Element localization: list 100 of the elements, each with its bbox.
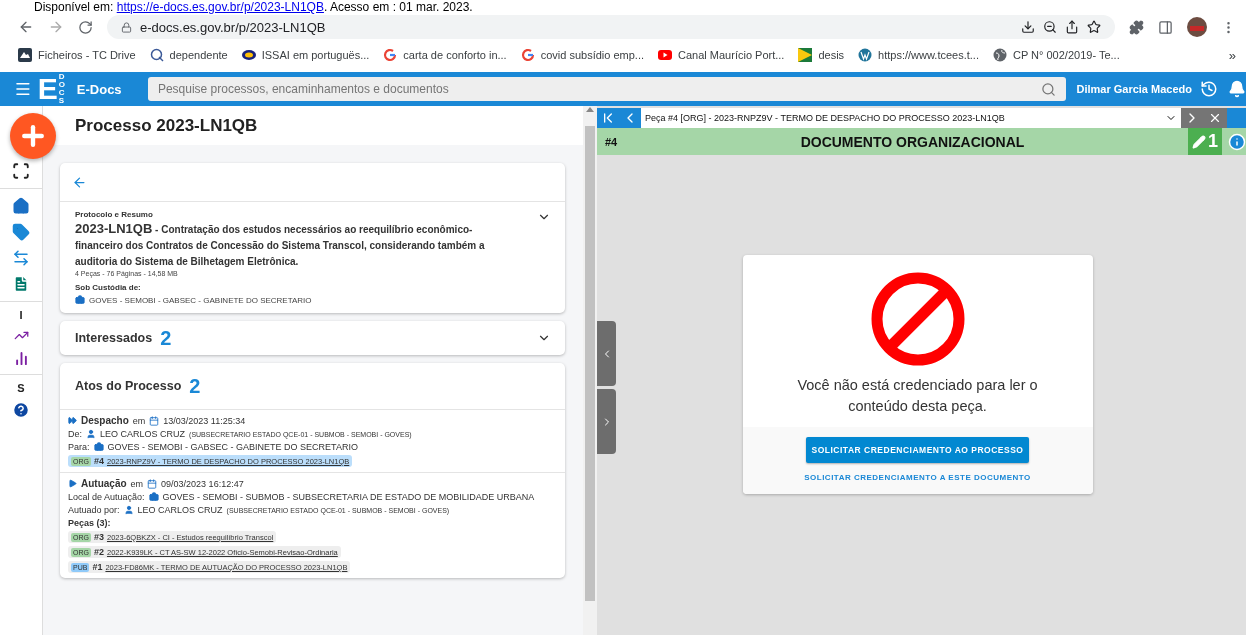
cloud-icon [18, 48, 32, 62]
person-icon [86, 429, 96, 439]
bookmark-link[interactable]: desis [818, 49, 845, 61]
pencil-icon [1192, 134, 1206, 149]
act-date: 13/03/2023 11:25:34 [163, 415, 246, 426]
field-value: LEO CARLOS CRUZ [100, 429, 186, 439]
prohibited-icon [869, 271, 966, 367]
bookmark-link[interactable]: covid subsídio emp... [540, 49, 645, 61]
document-type: DOCUMENTO ORGANIZACIONAL [799, 133, 1026, 150]
user-name[interactable]: Dilmar Garcia Macedo [1076, 83, 1192, 95]
wordpress-icon [858, 48, 873, 62]
menu-icon[interactable] [14, 80, 32, 98]
count-text: 2 [189, 374, 201, 398]
reload-icon[interactable] [78, 19, 93, 35]
back-icon[interactable] [18, 19, 34, 35]
interested-card[interactable]: Interessados 2 [60, 321, 565, 355]
lock-icon [121, 21, 132, 33]
bar-chart-icon[interactable] [13, 351, 29, 366]
share-icon[interactable] [1065, 20, 1079, 34]
bookmark-star-icon[interactable] [1087, 20, 1101, 34]
extensions-icon[interactable] [1129, 19, 1144, 35]
search-icon[interactable] [1041, 81, 1057, 97]
more-bookmarks[interactable]: » [1228, 47, 1236, 63]
rail-label: I [19, 310, 23, 320]
section-label: Protocolo e Resumo [75, 210, 154, 219]
pieces-label: Peças (3): [68, 518, 112, 528]
search-placeholder: Pesquise processos, encaminhamentos e documentos [157, 82, 449, 96]
act-type: Autuação [81, 478, 127, 489]
google-icon [520, 48, 535, 62]
install-icon[interactable] [1021, 20, 1035, 34]
seal-icon [241, 48, 256, 62]
side-panel-icon[interactable] [1158, 19, 1173, 35]
piece-select[interactable]: Peça #4 [ORG] - 2023-RNPZ9V - TERMO DE DESPACHO DO PROCESSO 2023-LN1QB [641, 108, 1181, 128]
briefcase-icon [93, 442, 104, 452]
close-icon [1208, 111, 1222, 125]
flag-icon [798, 48, 813, 62]
url-text: e-docs.es.gov.br/p/2023-LN1QB [140, 19, 327, 35]
calendar-icon [149, 415, 160, 426]
field-label: Autuado por: [68, 505, 120, 515]
address-bar[interactable]: e-docs.es.gov.br/p/2023-LN1QB [107, 15, 1115, 39]
bookmark-link[interactable]: Canal Maurício Port... [678, 49, 785, 61]
field-label: Para: [68, 442, 90, 452]
rail-label: S [17, 383, 25, 393]
request-process-button[interactable]: SOLICITAR CREDENCIAMENTO AO PROCESSO [805, 437, 1030, 463]
act-date: 09/03/2023 16:12:47 [161, 478, 244, 489]
close-button[interactable] [1203, 108, 1227, 128]
bookmark-link[interactable]: https://www.tcees.t... [878, 49, 979, 61]
fast-forward-icon [68, 416, 77, 425]
selected-piece: Peça #4 [ORG] - 2023-RNPZ9V - TERMO DE DESPACHO DO PROCESSO 2023-LN1QB [645, 113, 1005, 123]
briefcase-icon [148, 492, 159, 502]
field-value: GOVES - SEMOBI - GABSEC - GABINETE DO SECRETARIO [107, 442, 358, 452]
bookmark-link[interactable]: CP N° 002/2019- Te... [1012, 49, 1120, 61]
process-title: Processo 2023-LN1QB [75, 115, 258, 136]
help-icon[interactable] [12, 401, 30, 419]
piece-number: #3 [93, 532, 104, 542]
field-label: De: [68, 429, 82, 439]
bookmark-link[interactable]: ISSAI em portuguës... [261, 49, 370, 61]
swap-icon[interactable] [12, 249, 30, 267]
fullscreen-icon[interactable] [12, 162, 30, 180]
section-title: Interessados [75, 331, 153, 345]
back-icon[interactable] [72, 174, 87, 190]
google-icon [383, 48, 398, 62]
custody-label: Sob Custódia de: [75, 283, 142, 292]
app-title: E-Docs [76, 81, 123, 97]
globe-icon [992, 48, 1007, 62]
briefcase-icon [75, 295, 85, 305]
calendar-icon [147, 478, 158, 489]
request-document-link[interactable]: SOLICITAR CREDENCIAMENTO A ESTE DOCUMENTO [804, 473, 1031, 482]
avatar-icon[interactable] [1187, 17, 1207, 37]
play-icon [68, 479, 77, 488]
field-label: Local de Autuação: [68, 492, 145, 502]
section-title: Atos do Processo [75, 379, 182, 393]
act-connector: em [130, 478, 144, 489]
home-icon[interactable] [12, 197, 30, 215]
process-summary: 2023-LN1QB - Contratação dos estudos necessários ao reequilíbrio econômico-financeiro dos Contratos de Concessão do Sistema Transcol, considerando também a auditoria do Sistema de Bilhetagem Eletrônica. [75, 221, 486, 269]
tag-icon[interactable] [12, 223, 30, 241]
field-value: LEO CARLOS CRUZ [137, 505, 223, 515]
act-connector: em [132, 415, 146, 426]
next-button[interactable] [1181, 108, 1203, 128]
play-icon [658, 48, 673, 62]
document-icon[interactable] [12, 275, 30, 293]
scrollbar-thumb[interactable] [585, 126, 595, 601]
piece-number: #1 [92, 562, 103, 572]
bookmark-link[interactable]: dependente [169, 49, 228, 61]
zoom-out-icon[interactable] [1043, 20, 1057, 34]
custody-value: GOVES - SEMOBI - GABSEC - GABINETE DO SECRETARIO [89, 295, 312, 305]
access-message: Você não está credenciado para ler o conteúdo desta peça. [796, 376, 1039, 416]
info-icon[interactable] [1228, 132, 1246, 151]
person-icon [123, 505, 134, 515]
search-field[interactable]: Pesquise processos, encaminhamentos e documentos [147, 77, 1067, 101]
piece-number: #2 [93, 547, 104, 557]
bookmark-link[interactable]: Ficheiros - TC Drive [38, 49, 136, 61]
history-icon[interactable] [1200, 80, 1218, 98]
bookmark-link[interactable]: carta de conforto in... [403, 49, 507, 61]
citation-text: Disponível em: https://e-docs.es.gov.br/p/2023-LN1QB. Acesso em : 01 mar. 2023. [33, 0, 474, 14]
citation-link[interactable]: https://e-docs.es.gov.br/p/2023-LN1QB [116, 0, 324, 14]
search-icon [149, 48, 164, 62]
bell-icon[interactable] [1228, 80, 1246, 98]
piece-number: #4 [93, 456, 104, 466]
count-text: 2 [160, 326, 172, 350]
